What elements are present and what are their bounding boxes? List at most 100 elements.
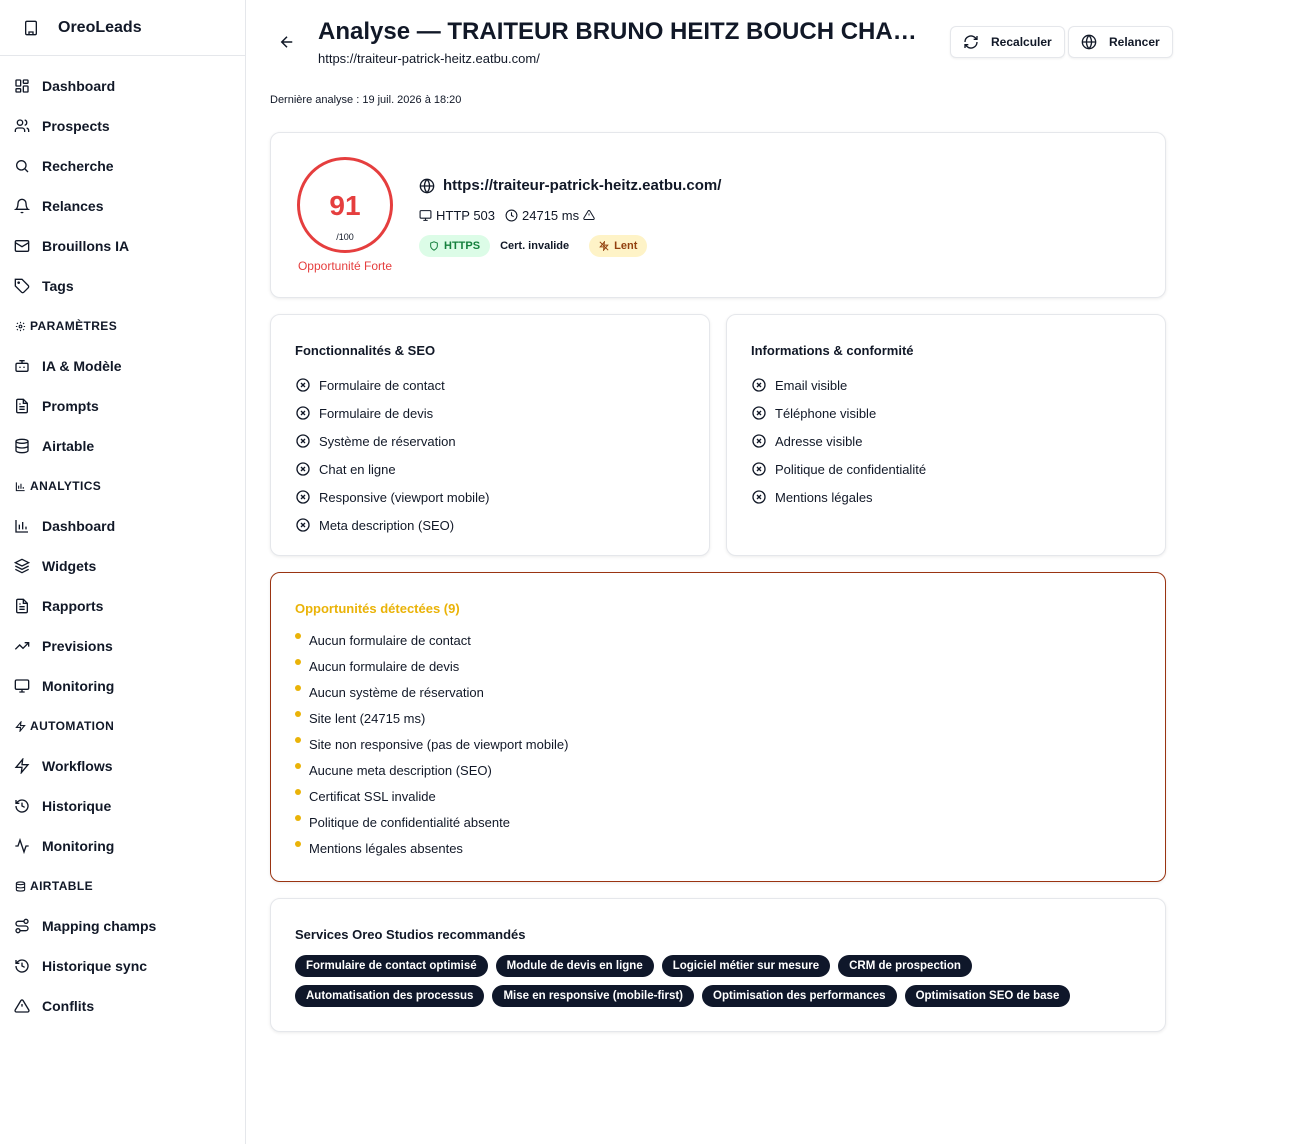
clock-icon [505, 209, 518, 222]
section-automation: AUTOMATION [0, 706, 245, 746]
list-item: Aucune meta description (SEO) [295, 757, 568, 783]
search-icon [14, 158, 30, 174]
list-item: Système de réservation [295, 427, 490, 455]
x-circle-icon [295, 489, 311, 505]
bullet-dot-icon [295, 737, 301, 743]
sidebar-item-airtable[interactable]: Airtable [0, 426, 245, 466]
cert-badge: Cert. invalide [500, 240, 570, 252]
service-chip[interactable]: Optimisation des performances [702, 985, 897, 1007]
list-item: Email visible [751, 371, 926, 399]
zap-icon [14, 758, 30, 774]
file-text-icon [14, 398, 30, 414]
sidebar-item-analytics-dashboard[interactable]: Dashboard [0, 506, 245, 546]
https-badge: HTTPS [419, 235, 491, 257]
sidebar-item-label: Relances [42, 198, 104, 214]
sidebar-item-brouillons[interactable]: Brouillons IA [0, 226, 245, 266]
recalculer-button[interactable]: Recalculer [950, 26, 1065, 58]
main-content: Analyse — TRAITEUR BRUNO HEITZ BOUCH CHA… [270, 0, 1173, 1032]
route-icon [14, 918, 30, 934]
layers-icon [14, 558, 30, 574]
list-item: Site non responsive (pas de viewport mob… [295, 731, 568, 757]
list-item: Politique de confidentialité [751, 455, 926, 483]
sidebar-item-tags[interactable]: Tags [0, 266, 245, 306]
list-item: Responsive (viewport mobile) [295, 483, 490, 511]
list-item: Aucun formulaire de contact [295, 627, 568, 653]
x-circle-icon [295, 461, 311, 477]
last-analysis-timestamp: Dernière analyse : 19 juil. 2026 à 18:20 [270, 94, 462, 106]
sidebar-item-prospects[interactable]: Prospects [0, 106, 245, 146]
section-analytics: ANALYTICS [0, 466, 245, 506]
bell-icon [14, 198, 30, 214]
score-value: 91 [329, 190, 361, 221]
service-chip[interactable]: CRM de prospection [838, 955, 972, 977]
sidebar-item-mapping[interactable]: Mapping champs [0, 906, 245, 946]
list-item: Meta description (SEO) [295, 511, 490, 539]
history-icon [14, 798, 30, 814]
sidebar-item-prompts[interactable]: Prompts [0, 386, 245, 426]
service-chip[interactable]: Mise en responsive (mobile-first) [492, 985, 695, 1007]
list-item: Aucun système de réservation [295, 679, 568, 705]
sidebar-nav: Dashboard Prospects Recherche Relances B… [0, 56, 245, 1026]
slow-badge: Lent [589, 235, 648, 257]
list-item: Politique de confidentialité absente [295, 809, 568, 835]
service-chip[interactable]: Module de devis en ligne [495, 955, 654, 977]
sidebar-item-label: Prospects [42, 118, 110, 134]
database-icon [14, 880, 26, 892]
sidebar-item-workflows[interactable]: Workflows [0, 746, 245, 786]
activity-icon [14, 838, 30, 854]
users-icon [14, 118, 30, 134]
page-title: Analyse — TRAITEUR BRUNO HEITZ BOUCH CHA… [318, 18, 928, 45]
service-chip[interactable]: Automatisation des processus [295, 985, 485, 1007]
sidebar-item-monitoring[interactable]: Monitoring [0, 666, 245, 706]
tag-icon [14, 278, 30, 294]
arrow-left-icon[interactable] [278, 33, 296, 51]
list-item: Aucun formulaire de devis [295, 653, 568, 679]
sidebar-item-label: Tags [42, 278, 74, 294]
sidebar-item-label: Monitoring [42, 678, 115, 694]
sidebar-item-recherche[interactable]: Recherche [0, 146, 245, 186]
bullet-dot-icon [295, 685, 301, 691]
info-list: Email visible Téléphone visible Adresse … [751, 371, 926, 511]
sidebar-item-automation-monitoring[interactable]: Monitoring [0, 826, 245, 866]
services-chips: Formulaire de contact optimisé Module de… [295, 955, 1115, 1015]
sidebar-item-ia-modele[interactable]: IA & Modèle [0, 346, 245, 386]
service-chip[interactable]: Optimisation SEO de base [904, 985, 1071, 1007]
sidebar-item-dashboard[interactable]: Dashboard [0, 66, 245, 106]
bullet-dot-icon [295, 711, 301, 717]
sidebar-item-relances[interactable]: Relances [0, 186, 245, 226]
sidebar-item-conflits[interactable]: Conflits [0, 986, 245, 1026]
sidebar-item-widgets[interactable]: Widgets [0, 546, 245, 586]
bar-chart-icon [14, 480, 26, 492]
section-airtable: AIRTABLE [0, 866, 245, 906]
brand[interactable]: OreoLeads [0, 0, 245, 56]
x-circle-icon [751, 461, 767, 477]
building-icon [22, 19, 40, 37]
alert-triangle-icon [583, 209, 596, 222]
bullet-dot-icon [295, 789, 301, 795]
service-chip[interactable]: Formulaire de contact optimisé [295, 955, 488, 977]
opportunities-list: Aucun formulaire de contact Aucun formul… [295, 627, 568, 861]
sidebar-item-label: Workflows [42, 758, 113, 774]
services-card: Services Oreo Studios recommandés Formul… [270, 898, 1166, 1032]
globe-icon [1081, 34, 1097, 50]
sidebar-item-historique-sync[interactable]: Historique sync [0, 946, 245, 986]
card-title: Fonctionnalités & SEO [295, 343, 436, 358]
list-item: Site lent (24715 ms) [295, 705, 568, 731]
status-badges: HTTPS Cert. invalide Lent [419, 235, 657, 257]
sidebar-item-label: Dashboard [42, 518, 116, 534]
monitor-icon [14, 678, 30, 694]
globe-icon [419, 178, 435, 194]
layout-dashboard-icon [14, 78, 30, 94]
x-circle-icon [295, 405, 311, 421]
x-circle-icon [751, 433, 767, 449]
list-item: Certificat SSL invalide [295, 783, 568, 809]
relancer-button[interactable]: Relancer [1068, 26, 1173, 58]
sidebar-item-label: Conflits [42, 998, 95, 1014]
sidebar-item-historique[interactable]: Historique [0, 786, 245, 826]
service-chip[interactable]: Logiciel métier sur mesure [661, 955, 831, 977]
sidebar-item-rapports[interactable]: Rapports [0, 586, 245, 626]
site-url[interactable]: https://traiteur-patrick-heitz.eatbu.com… [419, 177, 721, 194]
sidebar-item-label: IA & Modèle [42, 358, 122, 374]
sidebar-item-previsions[interactable]: Previsions [0, 626, 245, 666]
trending-up-icon [14, 638, 30, 654]
